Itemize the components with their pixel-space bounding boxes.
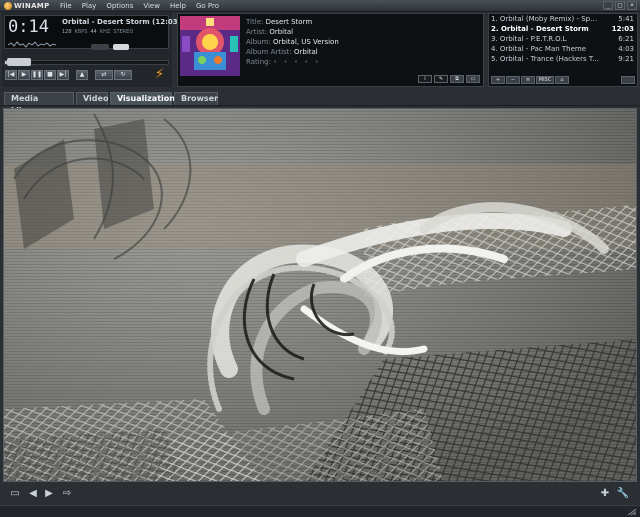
player-panel: 0:14 Orbital - Desert Storm (12:03) 128 …: [2, 13, 181, 87]
wrench-icon[interactable]: 🔧: [616, 488, 630, 500]
play-button[interactable]: ▶: [18, 70, 30, 80]
resize-grip-icon[interactable]: [626, 508, 638, 516]
menu-view[interactable]: View: [143, 1, 160, 11]
channels-indicator: STEREO: [113, 29, 134, 35]
title-label: Title:: [246, 18, 264, 26]
playlist-item-title: 3. Orbital - P.E.T.R.O.L: [491, 35, 567, 43]
elapsed-time[interactable]: 0:14: [8, 17, 49, 37]
rating-stars[interactable]: • • • • •: [273, 58, 321, 66]
spectrum-analyzer[interactable]: [8, 41, 56, 48]
playlist-item-title: 5. Orbital - Trance (Hackers T...: [491, 55, 599, 63]
playlist-item[interactable]: 5. Orbital - Trance (Hackers T... 9:21: [489, 54, 637, 64]
tab-media-library[interactable]: Media Library: [4, 92, 74, 115]
menu-go-pro[interactable]: Go Pro: [196, 1, 219, 11]
edit-button[interactable]: ✎: [434, 75, 448, 83]
seek-knob[interactable]: [7, 58, 31, 66]
stop-button[interactable]: ■: [44, 70, 56, 80]
tab-browser[interactable]: Browser: [174, 92, 218, 105]
winamp-logo[interactable]: WINAMP: [2, 1, 54, 11]
menu-file[interactable]: File: [60, 1, 72, 11]
tab-visualization[interactable]: Visualization: [110, 92, 175, 105]
info-toggle-button[interactable]: i: [418, 75, 432, 83]
app-name: WINAMP: [14, 2, 50, 10]
previous-button[interactable]: |◀: [5, 70, 17, 80]
samplerate-unit: KHZ: [99, 29, 111, 35]
menu-play[interactable]: Play: [82, 1, 97, 11]
tab-bar: Media Library Video Visualization Browse…: [0, 89, 640, 115]
playlist-item-duration: 4:03: [618, 45, 634, 53]
artist-label: Artist:: [246, 28, 268, 36]
playlist-item-duration: 5:41: [618, 15, 634, 23]
playlist-item-title: 4. Orbital - Pac Man Theme: [491, 45, 587, 53]
send-to-icon[interactable]: ⇨: [60, 488, 74, 500]
playlist-item[interactable]: 2. Orbital - Desert Storm 12:03: [489, 24, 637, 34]
shuffle-button[interactable]: ⇄: [95, 70, 113, 80]
toggle-view-icon[interactable]: ▭: [8, 488, 22, 500]
minimize-button[interactable]: _: [603, 1, 613, 10]
bitrate-unit: KBPS: [74, 29, 88, 35]
back-arrow-icon[interactable]: ◀: [26, 488, 40, 500]
playlist-add-button[interactable]: +: [491, 76, 505, 84]
samplerate-value: 44: [90, 29, 97, 35]
visualization-canvas[interactable]: [3, 108, 637, 482]
album-art[interactable]: [180, 16, 240, 76]
next-button[interactable]: ▶|: [57, 70, 69, 80]
playlist-misc-button[interactable]: MISC: [536, 76, 554, 84]
menu-options[interactable]: Options: [106, 1, 133, 11]
stream-info: 128 KBPS 44 KHZ STEREO: [62, 29, 133, 35]
forward-arrow-icon[interactable]: ▶: [42, 488, 56, 500]
repeat-button[interactable]: ↻: [114, 70, 132, 80]
playlist-item-title: 1. Orbital (Moby Remix) - Spe...: [491, 15, 599, 23]
bitrate-value: 128: [62, 29, 72, 35]
player-display: 0:14 Orbital - Desert Storm (12:03) 128 …: [4, 15, 181, 50]
pause-button[interactable]: ❚❚: [31, 70, 43, 80]
title-bar[interactable]: WINAMP File Play Options View Help Go Pr…: [0, 0, 640, 12]
menu-help[interactable]: Help: [170, 1, 186, 11]
info-buttons: i ✎ ⧉ ▭: [418, 75, 480, 83]
window-controls: _ □ ×: [603, 1, 637, 10]
tab-video[interactable]: Video: [76, 92, 108, 105]
playlist-manage-button[interactable]: ⌂: [555, 76, 569, 84]
playlist-item[interactable]: 1. Orbital (Moby Remix) - Spe... 5:41: [489, 14, 637, 24]
album-info-panel: Title: Desert Storm Artist: Orbital Albu…: [177, 13, 484, 87]
album-value: Orbital, US Version: [273, 38, 339, 46]
playlist-item-duration: 12:03: [611, 25, 634, 33]
layout-button[interactable]: ▭: [466, 75, 480, 83]
add-icon[interactable]: ✚: [598, 488, 612, 500]
playlist-item-duration: 6:21: [618, 35, 634, 43]
main-menu: File Play Options View Help Go Pro: [60, 1, 219, 11]
album-label: Album:: [246, 38, 271, 46]
playlist-list: 1. Orbital (Moby Remix) - Spe... 5:41 2. O…: [489, 14, 637, 64]
album-artist-value: Orbital: [294, 48, 318, 56]
balance-slider[interactable]: [113, 44, 129, 50]
playlist-remove-button[interactable]: −: [506, 76, 520, 84]
album-artist-label: Album Artist:: [246, 48, 292, 56]
close-button[interactable]: ×: [627, 1, 637, 10]
playlist-item-title: 2. Orbital - Desert Storm: [491, 25, 589, 33]
playlist-options-icon[interactable]: [621, 76, 635, 84]
volume-slider[interactable]: [91, 44, 109, 50]
track-metadata: Title: Desert Storm Artist: Orbital Albu…: [246, 17, 339, 67]
rating-label: Rating:: [246, 58, 271, 66]
title-value: Desert Storm: [265, 18, 313, 26]
transport-controls: |◀ ▶ ❚❚ ■ ▶| ▲ ⇄ ↻: [5, 70, 132, 80]
playlist-select-button[interactable]: ≡: [521, 76, 535, 84]
winamp-logo-icon: [4, 2, 12, 10]
copy-button[interactable]: ⧉: [450, 75, 464, 83]
bottom-toolbar: ▭ ◀ ▶ ⇨ ✚ 🔧: [0, 484, 640, 504]
artist-value: Orbital: [269, 28, 294, 36]
playlist-panel: 1. Orbital (Moby Remix) - Spe... 5:41 2. O…: [488, 13, 638, 87]
playlist-item[interactable]: 4. Orbital - Pac Man Theme 4:03: [489, 44, 637, 54]
playlist-item-duration: 9:21: [618, 55, 634, 63]
eject-button[interactable]: ▲: [76, 70, 88, 80]
playlist-item[interactable]: 3. Orbital - P.E.T.R.O.L 6:21: [489, 34, 637, 44]
playlist-buttons: + − ≡ MISC ⌂: [491, 76, 569, 84]
maximize-button[interactable]: □: [615, 1, 625, 10]
track-display: Orbital - Desert Storm (12:03): [62, 18, 181, 26]
lightning-bolt-icon[interactable]: ⚡: [155, 68, 169, 82]
status-bar: [0, 505, 640, 517]
